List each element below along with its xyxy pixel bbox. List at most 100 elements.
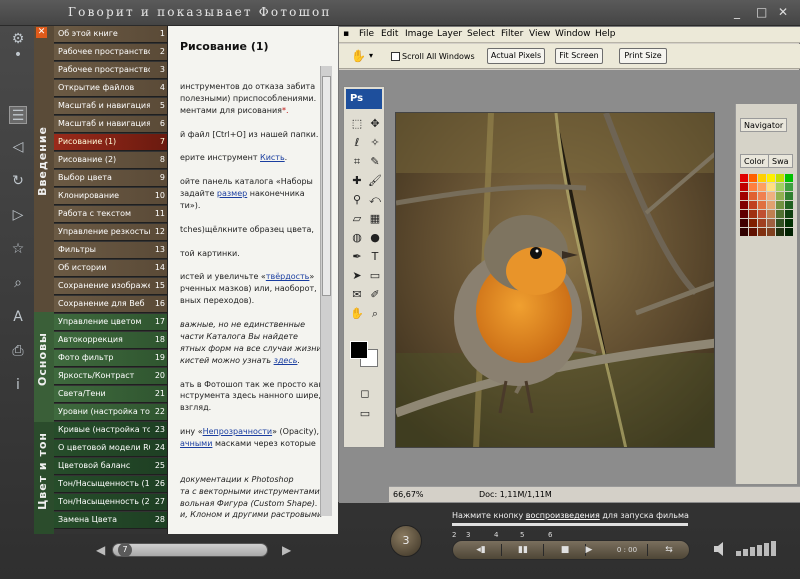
toc-item[interactable]: Цветовой баланс 25 (54, 458, 167, 475)
print-size-button[interactable]: Print Size (619, 48, 667, 64)
step-marker[interactable]: 5 (520, 531, 524, 539)
toc-item[interactable]: Масштаб и навигация (1 5 (54, 98, 167, 115)
next-page-button[interactable]: ▶ (282, 543, 291, 557)
toc-item[interactable]: Открытие файлов 4 (54, 80, 167, 97)
swatches-grid[interactable] (740, 174, 794, 244)
hand-tool-icon[interactable]: ✋ (351, 49, 366, 63)
swatches-tab[interactable]: Swa (768, 154, 793, 168)
marquee-tool-icon[interactable]: ⬚ (350, 117, 364, 131)
ps-menu-file[interactable]: File (359, 29, 374, 39)
volume-control[interactable] (712, 540, 788, 558)
minimize-button[interactable]: _ (734, 6, 740, 18)
pen-tool-icon[interactable]: ✒ (350, 250, 364, 264)
lasso-tool-icon[interactable]: ℓ (350, 136, 364, 150)
magic-wand-icon[interactable]: ✧ (368, 136, 382, 150)
print-icon[interactable]: ⎙ (9, 342, 27, 360)
color-swatch[interactable] (767, 201, 775, 209)
color-swatch[interactable] (776, 174, 784, 182)
stamp-tool-icon[interactable]: ⚲ (350, 193, 364, 207)
color-swatch[interactable] (758, 210, 766, 218)
lesson-scroll-thumb[interactable] (322, 76, 331, 296)
color-swatch[interactable] (767, 228, 775, 236)
color-swatch[interactable] (749, 219, 757, 227)
color-swatch[interactable] (749, 201, 757, 209)
lesson-link[interactable]: Непрозрачности (203, 427, 272, 436)
color-swatch[interactable] (749, 192, 757, 200)
toc-item[interactable]: Масштаб и навигация (2 6 (54, 116, 167, 133)
toc-item[interactable]: Об этой книге 1 (54, 26, 167, 43)
navigator-tab[interactable]: Navigator (740, 118, 788, 132)
ps-menu-filter[interactable]: Filter (501, 29, 523, 39)
star-icon[interactable]: ☆ (9, 240, 27, 258)
color-tab[interactable]: Color (740, 154, 769, 168)
shape-tool-icon[interactable]: ▭ (368, 269, 382, 283)
color-swatch[interactable] (758, 192, 766, 200)
ps-menu-window[interactable]: Window (555, 29, 591, 39)
toc-item[interactable]: Об истории 14 (54, 260, 167, 277)
toc-item[interactable]: Клонирование 10 (54, 188, 167, 205)
toc-item[interactable]: Яркость/Контраст 20 (54, 368, 167, 385)
color-swatch[interactable] (740, 219, 748, 227)
color-swatch[interactable] (785, 192, 793, 200)
toc-item[interactable]: Рисование (2) 8 (54, 152, 167, 169)
toc-item[interactable]: Управление цветом 17 (54, 314, 167, 331)
color-swatch[interactable] (749, 210, 757, 218)
color-swatch[interactable] (785, 219, 793, 227)
quick-mask-icon[interactable]: ◻ (358, 387, 372, 401)
toc-item[interactable]: Уровни (настройка тон 22 (54, 404, 167, 421)
color-swatch[interactable] (776, 183, 784, 191)
color-swatch[interactable] (776, 219, 784, 227)
toc-item[interactable]: Тон/Насыщенность (1) 26 (54, 476, 167, 493)
page-slider-knob[interactable]: 7 (118, 543, 132, 557)
color-swatch[interactable] (749, 174, 757, 182)
brush-tool-icon[interactable]: 🖌 (368, 174, 382, 188)
path-select-icon[interactable]: ➤ (350, 269, 364, 283)
toc-item[interactable]: Света/Тени 21 (54, 386, 167, 403)
loop-button[interactable]: ⇆ (651, 541, 687, 559)
close-toc-button[interactable]: ✕ (36, 27, 47, 38)
color-swatch[interactable] (767, 183, 775, 191)
lesson-link[interactable]: ачными (180, 439, 212, 448)
pause-button[interactable]: ▮▮ (509, 541, 537, 559)
hint-play-link[interactable]: воспроизведения (526, 511, 600, 520)
foreground-color-swatch[interactable] (350, 341, 368, 359)
ps-app-icon[interactable]: ▪ (343, 29, 349, 39)
notes-tool-icon[interactable]: ✉ (350, 288, 364, 302)
healing-tool-icon[interactable]: ✚ (350, 174, 364, 188)
toc-item[interactable]: Фото фильтр 19 (54, 350, 167, 367)
ps-menu-layer[interactable]: Layer (437, 29, 462, 39)
font-size-icon[interactable]: A (9, 308, 27, 326)
color-swatch[interactable] (785, 210, 793, 218)
ps-menu-view[interactable]: View (529, 29, 550, 39)
toc-item[interactable]: Выбор цвета 9 (54, 170, 167, 187)
gradient-tool-icon[interactable]: ▦ (368, 212, 382, 226)
maximize-button[interactable]: □ (756, 6, 767, 18)
refresh-icon[interactable]: ↻ (9, 172, 27, 190)
color-swatch[interactable] (785, 228, 793, 236)
step-marker[interactable]: 4 (494, 531, 498, 539)
crop-tool-icon[interactable]: ⌗ (350, 155, 364, 169)
ps-menu-select[interactable]: Select (467, 29, 495, 39)
color-swatch[interactable] (758, 219, 766, 227)
back-icon[interactable]: ◁ (9, 138, 27, 156)
close-window-button[interactable]: ✕ (778, 6, 788, 18)
lesson-link[interactable]: твёрдость (266, 272, 310, 281)
color-swatch[interactable] (758, 183, 766, 191)
fit-screen-button[interactable]: Fit Screen (555, 48, 603, 64)
ps-menu-help[interactable]: Help (595, 29, 616, 39)
document-canvas[interactable] (395, 112, 715, 448)
color-swatch[interactable] (785, 174, 793, 182)
section-intro[interactable]: Введение (34, 26, 54, 312)
eraser-tool-icon[interactable]: ▱ (350, 212, 364, 226)
history-brush-icon[interactable]: ⤺ (368, 193, 382, 207)
lesson-link[interactable]: Кисть (260, 153, 285, 162)
lesson-scrollbar[interactable] (320, 66, 332, 516)
tool-preset-dropdown[interactable]: ▾ (369, 51, 373, 60)
lesson-link[interactable]: здесь (274, 356, 298, 365)
toc-item[interactable]: Сохранение для Веб 16 (54, 296, 167, 313)
prev-page-button[interactable]: ◀ (96, 543, 105, 557)
contents-icon[interactable]: ☰ (9, 106, 27, 124)
ps-menu-image[interactable]: Image (405, 29, 433, 39)
color-swatch[interactable] (749, 183, 757, 191)
color-swatch[interactable] (758, 174, 766, 182)
